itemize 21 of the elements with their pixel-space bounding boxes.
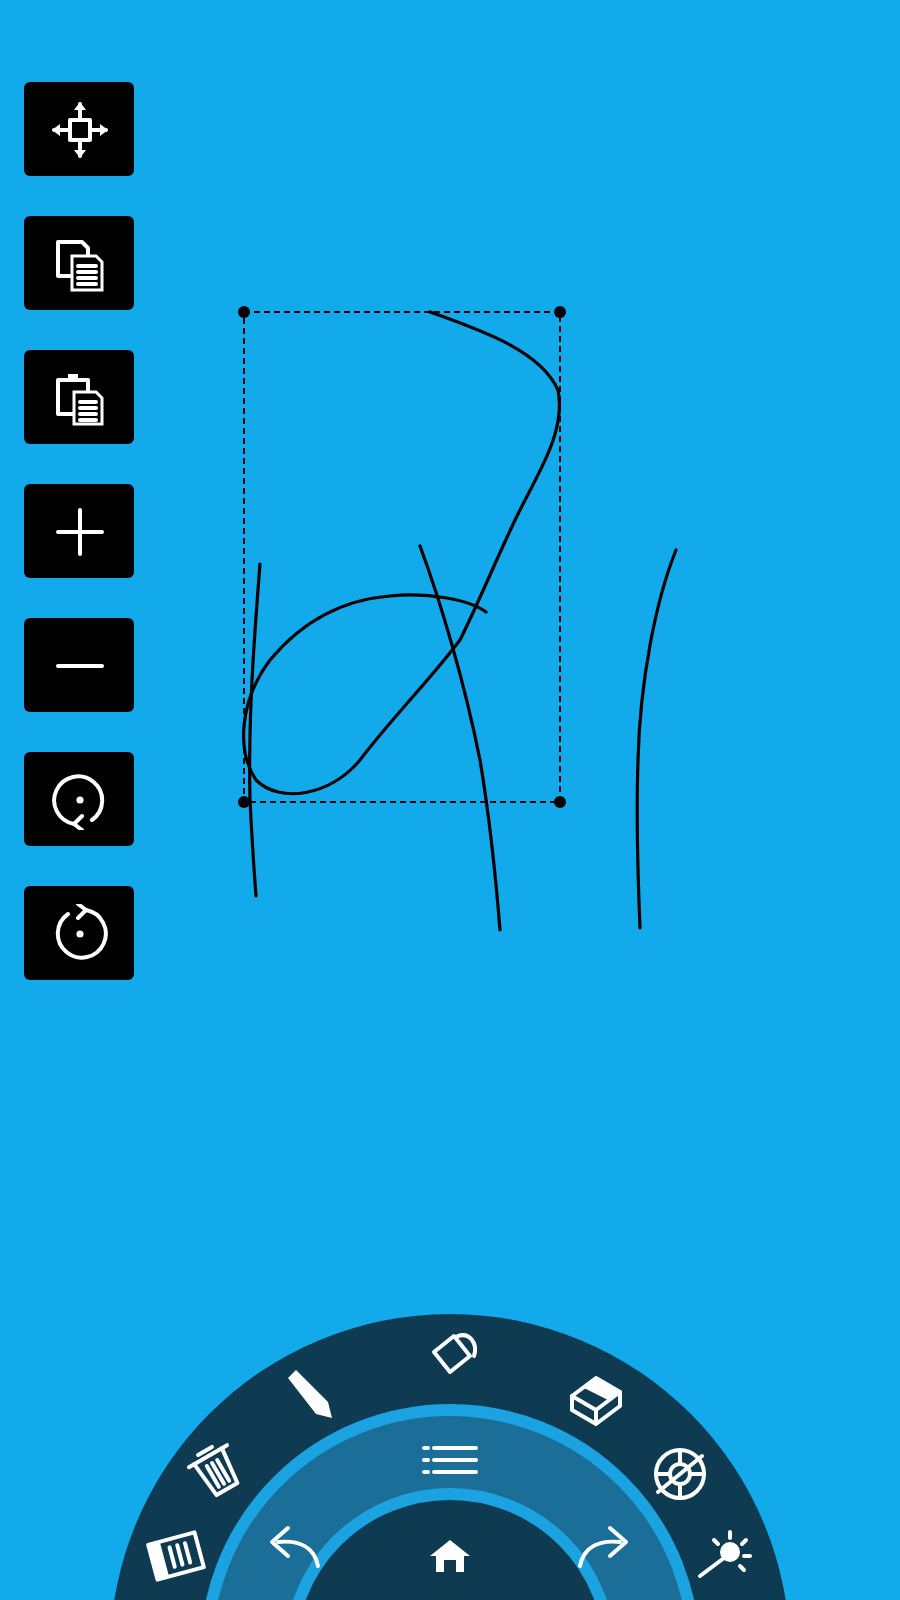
- copy-button[interactable]: [24, 216, 134, 310]
- lamp-icon[interactable]: [698, 1530, 752, 1578]
- paste-button[interactable]: [24, 350, 134, 444]
- disc-icon[interactable]: [654, 1448, 706, 1500]
- document-icon[interactable]: [146, 1530, 206, 1582]
- plus-button[interactable]: [24, 484, 134, 578]
- trash-icon[interactable]: [186, 1443, 240, 1498]
- move-button[interactable]: [24, 82, 134, 176]
- rotate-clockwise-button[interactable]: [24, 752, 134, 846]
- move-icon: [49, 99, 109, 159]
- rotate-counterclockwise-button[interactable]: [24, 886, 134, 980]
- rotate-clockwise-icon: [49, 769, 109, 829]
- redo-arrow-icon[interactable]: [578, 1526, 628, 1568]
- paint-bucket-icon[interactable]: [432, 1333, 478, 1374]
- eraser-icon[interactable]: [570, 1376, 622, 1426]
- minus-button[interactable]: [24, 618, 134, 712]
- menu-icon[interactable]: [422, 1446, 478, 1474]
- undo-arrow-icon[interactable]: [270, 1526, 320, 1568]
- home-icon[interactable]: [430, 1540, 470, 1572]
- minus-icon: [53, 661, 105, 669]
- pencil-icon[interactable]: [288, 1370, 332, 1418]
